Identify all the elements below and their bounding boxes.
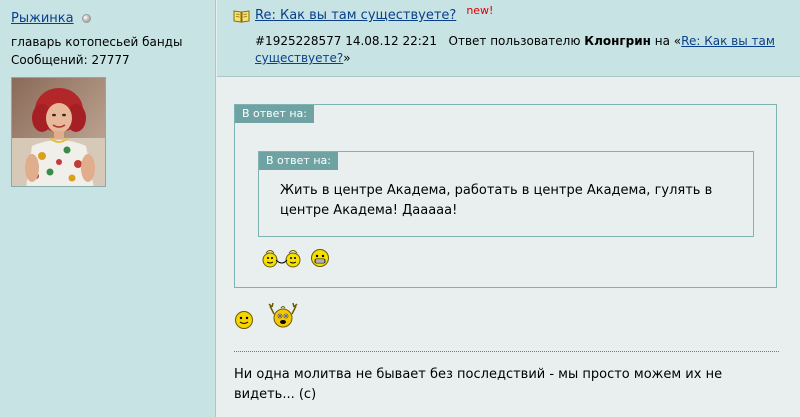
post-title-link[interactable]: Re: Как вы там существуете? [255,8,456,23]
author-post-count: Сообщений: 27777 [11,53,130,67]
new-badge: new! [466,4,494,17]
forum-post: Рыжинка главарь котопесьей банды Сообщен… [0,0,800,417]
smile-smiley-icon [235,311,253,329]
quote-inner-label: В ответ на: [259,152,338,170]
status-offline-icon [81,13,91,23]
author-panel: Рыжинка главарь котопесьей банды Сообщен… [0,0,216,417]
post-header: Re: Как вы там существуете? new! #192522… [217,0,800,77]
hands-up-smiley-icon [268,302,298,328]
reply-to-user: Клонгрин [584,34,651,48]
book-icon [233,10,250,23]
quote-outer: В ответ на: В ответ на: Жить в центре Ак… [234,104,777,288]
jump-rope-smiley-icon [262,250,301,268]
signature-text: Ни одна молитва не бывает без последстви… [234,367,723,402]
quote-inner: В ответ на: Жить в центре Академа, работ… [258,151,754,237]
avatar-image [12,78,105,186]
grin-smiley-icon [311,249,329,267]
reply-suffix: » [343,51,351,65]
signature-divider [234,351,779,352]
avatar[interactable] [11,77,106,187]
post-title-row: Re: Как вы там существуете? new! [233,4,800,26]
reply-on: на « [654,34,682,48]
author-name-link[interactable]: Рыжинка [11,11,74,26]
post-body: В ответ на: В ответ на: Жить в центре Ак… [217,78,800,417]
post-id-date: #1925228577 14.08.12 22:21 [255,34,438,48]
author-title: главарь котопесьей банды [11,35,183,49]
post-smileys [234,302,298,330]
reply-prefix: Ответ пользователю [448,34,581,48]
quote-inner-text: Жить в центре Академа, работать в центре… [280,183,713,218]
post-meta: #1925228577 14.08.12 22:21 Ответ пользов… [233,33,800,67]
author-name-row: Рыжинка [11,10,215,26]
quote-outer-label: В ответ на: [235,105,314,123]
quote-smileys [262,247,330,269]
